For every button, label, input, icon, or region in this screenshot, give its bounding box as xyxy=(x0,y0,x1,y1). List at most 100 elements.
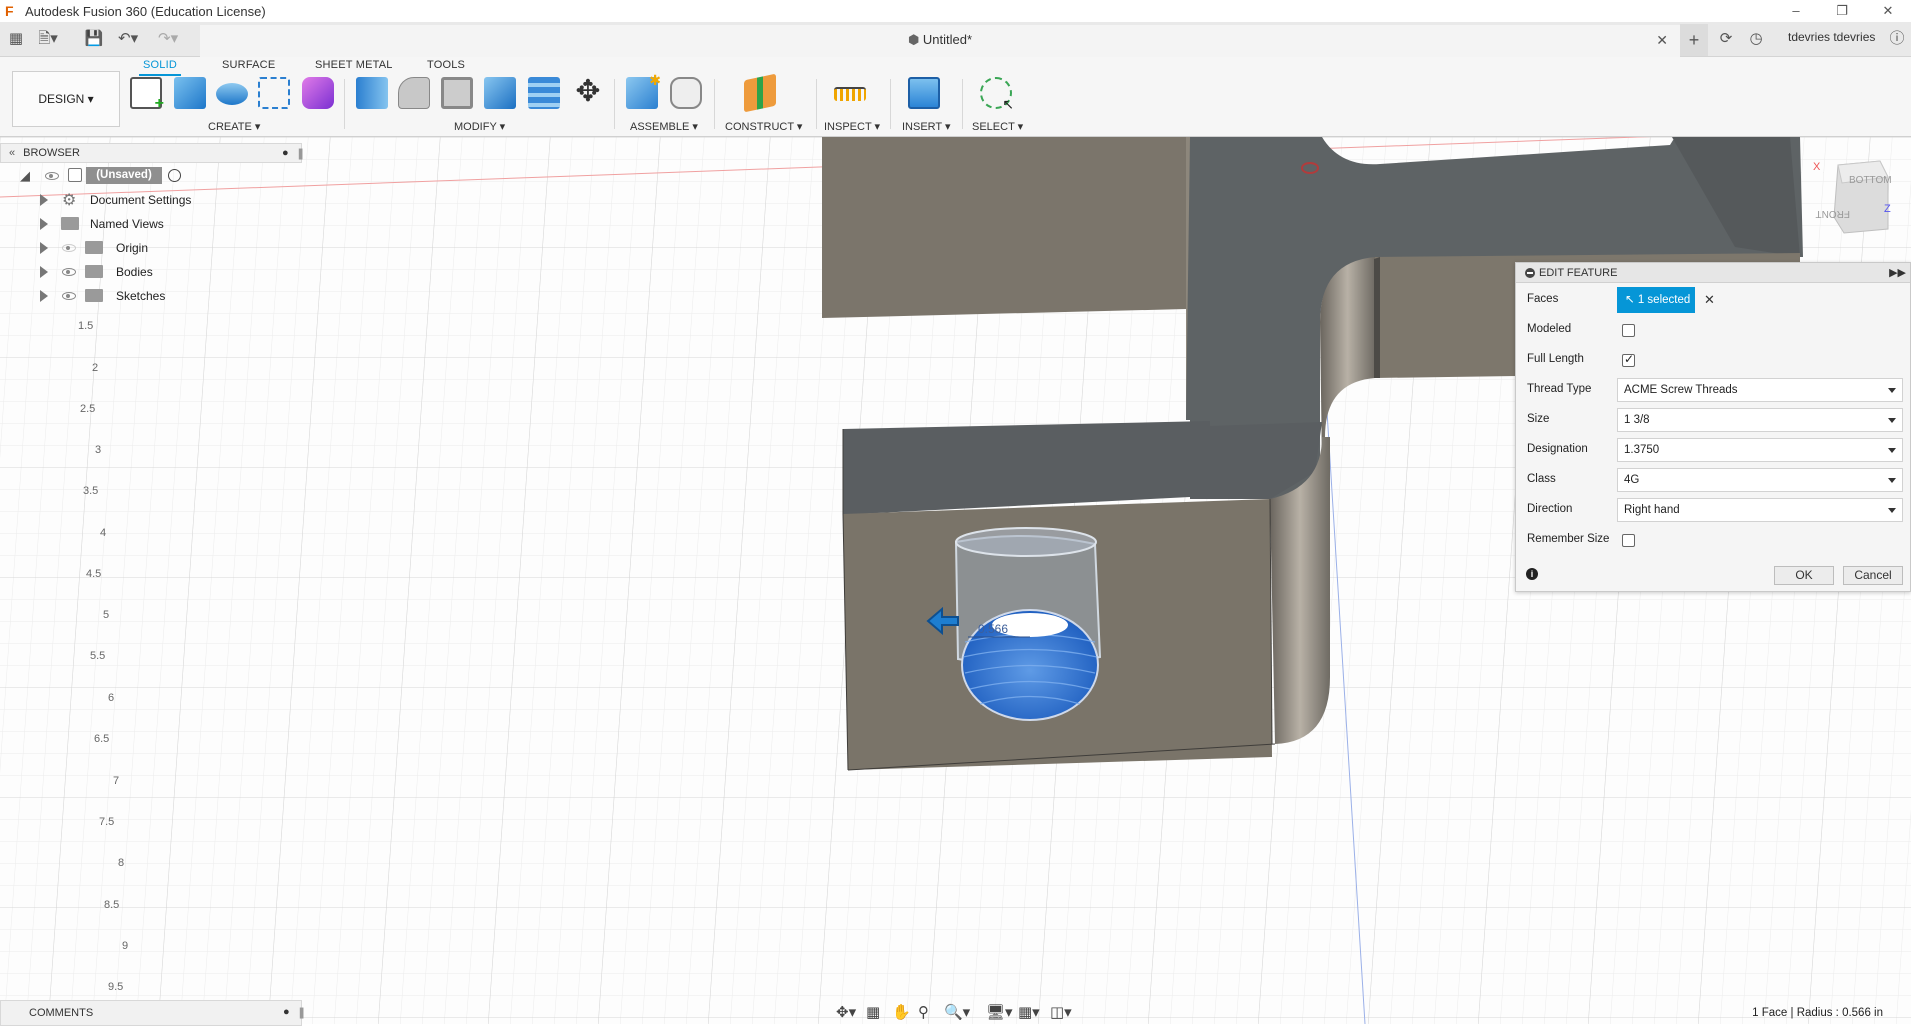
zoom-icon[interactable]: ⚲ xyxy=(918,1003,929,1021)
browser-item-bodies[interactable]: Bodies xyxy=(0,260,302,284)
ruler-tick: 1.5 xyxy=(78,320,94,332)
fit-icon[interactable]: 🔍▾ xyxy=(944,1003,970,1021)
group-create[interactable]: CREATE ▾ xyxy=(208,120,260,133)
faces-row: Faces ↖ 1 selected ✕ xyxy=(1516,285,1911,315)
save-icon[interactable]: 💾 xyxy=(84,30,104,48)
browser-pin-icon[interactable]: ❚ xyxy=(296,147,305,160)
combine-icon[interactable] xyxy=(484,77,516,109)
insert-image-icon[interactable] xyxy=(908,77,940,109)
fillet-icon[interactable] xyxy=(398,77,430,109)
dialog-header[interactable]: EDIT FEATURE ▶▶ xyxy=(1516,263,1910,283)
comments-pin-icon[interactable]: ❚ xyxy=(297,1006,306,1019)
measure-icon[interactable] xyxy=(834,87,866,101)
info-icon[interactable]: i xyxy=(1526,568,1538,580)
toolbar-ribbon: SOLID SURFACE SHEET METAL TOOLS DESIGN ▾… xyxy=(0,57,1911,137)
offset-plane-icon[interactable] xyxy=(744,73,776,113)
faces-selection-button[interactable]: ↖ 1 selected xyxy=(1617,287,1695,313)
browser-item-document-settings[interactable]: ⚙ Document Settings xyxy=(0,188,302,212)
orbit-icon[interactable]: ✥▾ xyxy=(836,1003,856,1021)
expand-dialog-icon[interactable]: ▶▶ xyxy=(1889,266,1906,279)
workspace-switcher[interactable]: DESIGN ▾ xyxy=(12,71,120,127)
document-tab[interactable]: ⬢ Untitled* ✕ xyxy=(200,25,1680,57)
pan-icon[interactable]: ✋ xyxy=(892,1003,911,1021)
browser-root-row[interactable]: ◢ (Unsaved) xyxy=(0,164,302,188)
group-select[interactable]: SELECT ▾ xyxy=(972,120,1023,133)
browser-item-sketches[interactable]: Sketches xyxy=(0,284,302,308)
job-status-icon[interactable]: ⟳ xyxy=(1716,30,1736,48)
restore-button[interactable]: ❐ xyxy=(1819,0,1865,22)
browser-item-origin[interactable]: Origin xyxy=(0,236,302,260)
expand-icon[interactable] xyxy=(40,290,48,302)
add-comment-icon[interactable]: ● xyxy=(283,1006,290,1018)
split-body-icon[interactable] xyxy=(528,77,560,109)
comments-panel[interactable]: COMMENTS ● ❚ xyxy=(0,1000,306,1026)
file-menu-icon[interactable]: 🗎▾ xyxy=(38,30,58,48)
new-component-icon[interactable]: ✱ xyxy=(626,72,661,109)
designation-value: 1.3750 xyxy=(1624,444,1660,456)
direction-dropdown[interactable]: Right hand xyxy=(1617,498,1903,522)
ok-button[interactable]: OK xyxy=(1774,566,1834,585)
extrude-icon[interactable] xyxy=(174,77,206,109)
hole-pattern-icon[interactable] xyxy=(258,77,290,109)
create-sketch-icon[interactable]: + xyxy=(130,77,164,112)
class-dropdown[interactable]: 4G xyxy=(1617,468,1903,492)
hidden-eye-icon[interactable] xyxy=(62,244,76,252)
visibility-eye-icon[interactable] xyxy=(62,292,76,300)
group-inspect[interactable]: INSPECT ▾ xyxy=(824,120,880,133)
browser-options-icon[interactable]: ● xyxy=(282,147,289,159)
close-window-button[interactable]: ✕ xyxy=(1865,0,1911,22)
look-at-icon[interactable]: ▦ xyxy=(866,1003,880,1021)
move-copy-icon[interactable]: ✥ xyxy=(572,77,604,109)
expand-root-icon[interactable]: ◢ xyxy=(20,168,30,184)
tab-solid[interactable]: SOLID xyxy=(138,59,182,76)
visibility-eye-icon[interactable] xyxy=(45,172,59,180)
expand-icon[interactable] xyxy=(40,194,48,206)
group-modify[interactable]: MODIFY ▾ xyxy=(454,120,505,133)
tab-sheet-metal[interactable]: SHEET METAL xyxy=(315,59,393,71)
group-construct[interactable]: CONSTRUCT ▾ xyxy=(725,120,802,133)
redo-icon[interactable]: ↷▾ xyxy=(158,30,178,48)
remember-size-checkbox[interactable] xyxy=(1622,534,1635,547)
joint-icon[interactable] xyxy=(670,77,702,109)
clear-selection-icon[interactable]: ✕ xyxy=(1704,292,1715,308)
viewports-icon[interactable]: ◫▾ xyxy=(1050,1003,1072,1021)
direction-row: Direction Right hand xyxy=(1516,495,1911,525)
expand-icon[interactable] xyxy=(40,266,48,278)
visibility-eye-icon[interactable] xyxy=(62,268,76,276)
expand-icon[interactable] xyxy=(40,218,48,230)
clock-icon[interactable]: ◷ xyxy=(1746,30,1766,48)
active-component-radio-icon[interactable] xyxy=(168,169,181,182)
thread-type-dropdown[interactable]: ACME Screw Threads xyxy=(1617,378,1903,402)
user-name[interactable]: tdevries tdevries xyxy=(1788,30,1875,44)
grid-settings-icon[interactable]: ▦▾ xyxy=(1018,1003,1040,1021)
size-dropdown[interactable]: 1 3/8 xyxy=(1617,408,1903,432)
browser-root-label: (Unsaved) xyxy=(86,167,162,184)
form-icon[interactable] xyxy=(302,77,334,109)
full-length-checkbox[interactable]: ✓ xyxy=(1622,352,1635,367)
group-assemble[interactable]: ASSEMBLE ▾ xyxy=(630,120,698,133)
tab-tools[interactable]: TOOLS xyxy=(427,59,465,71)
press-pull-icon[interactable] xyxy=(356,77,388,109)
help-icon[interactable]: ⓘ xyxy=(1887,30,1907,48)
data-panel-grid-icon[interactable]: ▦ xyxy=(6,30,26,48)
modeled-checkbox[interactable] xyxy=(1622,324,1635,337)
browser-item-named-views[interactable]: Named Views xyxy=(0,212,302,236)
radius-dimension-label[interactable]: 0.566 xyxy=(978,622,1008,636)
expand-icon[interactable] xyxy=(40,242,48,254)
tab-surface[interactable]: SURFACE xyxy=(222,59,275,71)
group-insert[interactable]: INSERT ▾ xyxy=(902,120,951,133)
revolve-icon[interactable] xyxy=(216,83,248,105)
cancel-button[interactable]: Cancel xyxy=(1843,566,1903,585)
close-tab-icon[interactable]: ✕ xyxy=(1656,25,1668,55)
shell-icon[interactable] xyxy=(441,77,473,109)
collapse-browser-icon[interactable]: « xyxy=(9,147,15,159)
minimize-button[interactable]: – xyxy=(1773,0,1819,22)
document-cube-icon: ⬢ xyxy=(907,32,923,47)
window-controls: – ❐ ✕ xyxy=(1773,0,1911,22)
display-settings-icon[interactable]: 🖥▾ xyxy=(986,1003,1013,1021)
collapse-dialog-icon[interactable] xyxy=(1525,267,1535,278)
new-tab-plus-icon[interactable]: + xyxy=(1680,24,1708,56)
undo-icon[interactable]: ↶▾ xyxy=(118,30,138,48)
designation-dropdown[interactable]: 1.3750 xyxy=(1617,438,1903,462)
select-window-icon[interactable]: ↖ xyxy=(980,77,1014,112)
